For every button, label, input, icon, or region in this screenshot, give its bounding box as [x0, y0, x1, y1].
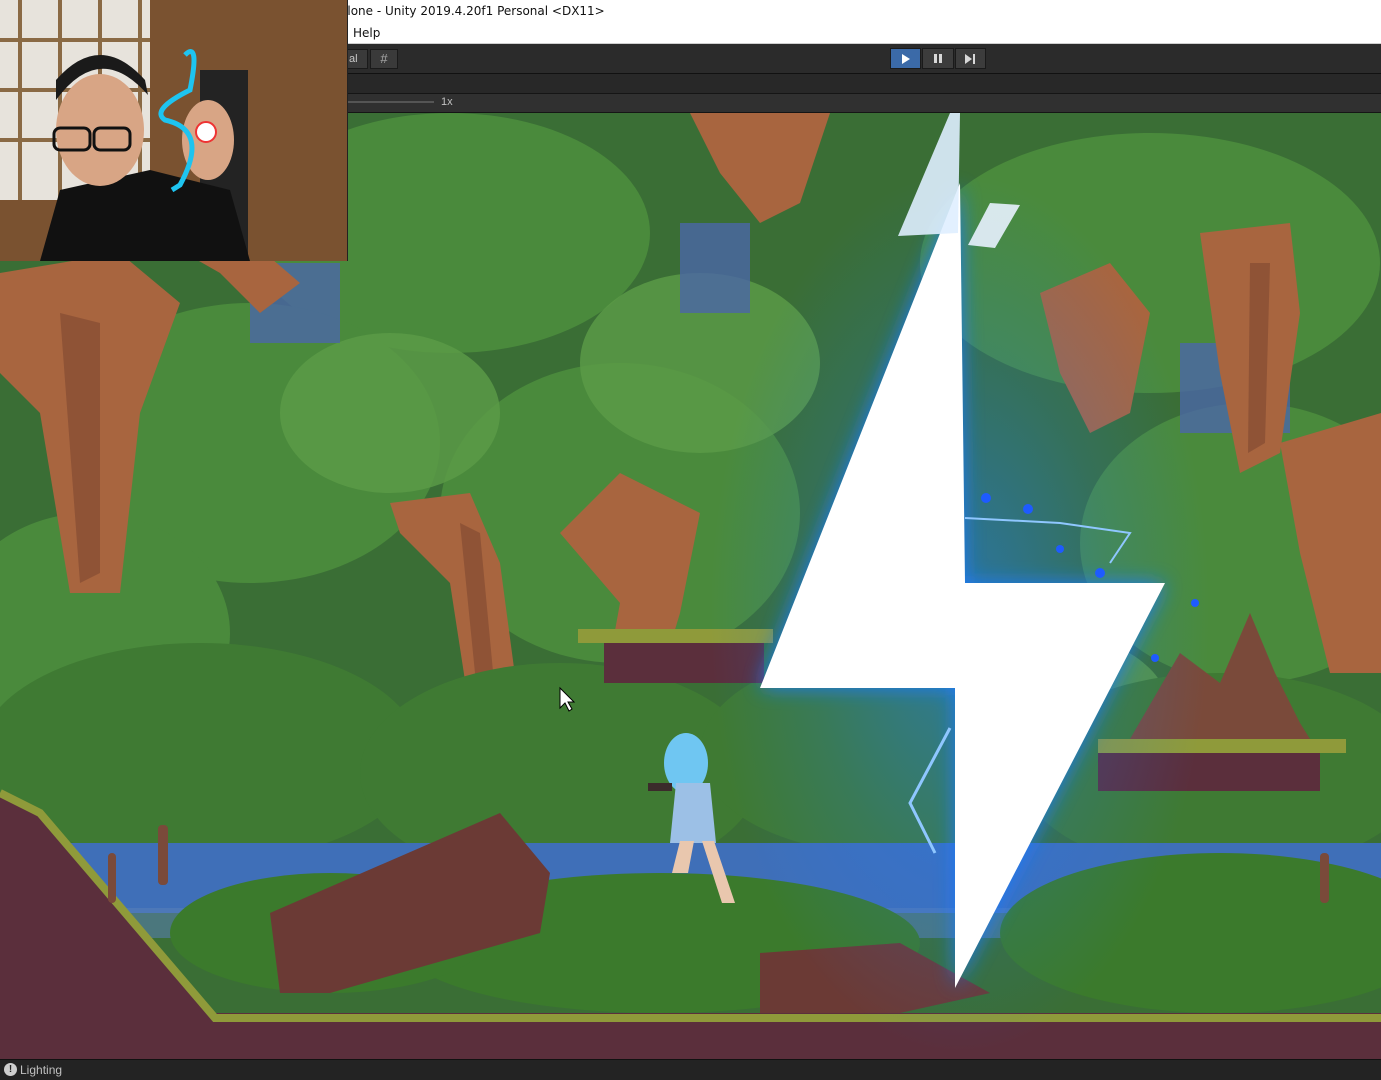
playmode-controls — [890, 48, 986, 69]
play-icon — [901, 53, 910, 64]
grid-snap-button[interactable]: # — [370, 49, 398, 69]
play-button[interactable] — [890, 48, 922, 69]
scale-slider[interactable] — [348, 101, 434, 103]
unity-editor-window: alone - Unity 2019.4.20f1 Personal <DX11… — [0, 0, 1381, 1080]
webcam-overlay — [0, 0, 348, 261]
step-icon — [965, 53, 976, 64]
window-title: alone - Unity 2019.4.20f1 Personal <DX11… — [340, 4, 605, 18]
scale-label: 1x — [441, 96, 453, 108]
status-bar: ! Lighting — [0, 1059, 1381, 1080]
status-label[interactable]: Lighting — [20, 1063, 62, 1077]
grid-icon: # — [380, 51, 388, 66]
pause-icon — [933, 54, 942, 63]
menu-help[interactable]: Help — [353, 26, 380, 40]
step-button[interactable] — [954, 48, 986, 69]
info-icon: ! — [4, 1063, 17, 1076]
webcam-image — [0, 0, 347, 261]
pause-button[interactable] — [922, 48, 954, 69]
